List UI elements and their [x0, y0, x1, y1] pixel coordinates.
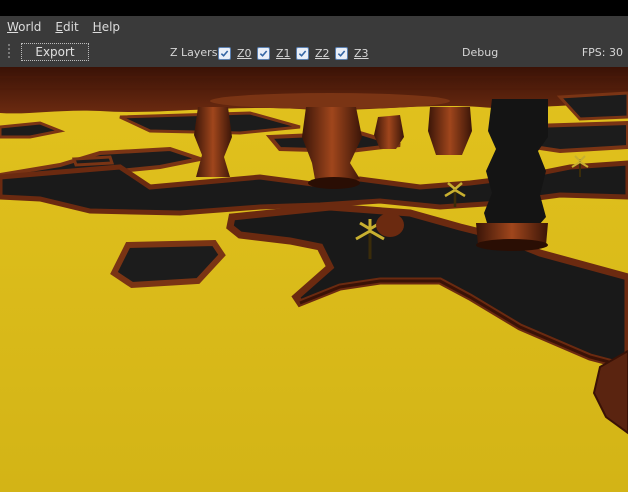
z1-label: Z1 [276, 46, 291, 60]
menu-bar: World Edit Help [0, 16, 628, 39]
checkmark-icon [257, 46, 270, 60]
menu-world[interactable]: World [0, 16, 48, 39]
z0-checkbox[interactable]: Z0 [218, 44, 252, 62]
z3-checkbox[interactable]: Z3 [335, 44, 369, 62]
checkmark-icon [335, 46, 348, 60]
z-layers-label: Z Layers: [170, 46, 222, 59]
menu-help[interactable]: Help [86, 16, 127, 39]
export-button[interactable]: Export [21, 43, 89, 61]
scene-render [0, 67, 628, 492]
toolbar-grip-handle[interactable] [6, 44, 12, 62]
menu-edit[interactable]: Edit [48, 16, 85, 39]
checkmark-icon [296, 46, 309, 60]
fps-counter: FPS: 30 [581, 46, 623, 59]
z2-label: Z2 [315, 46, 330, 60]
z3-label: Z3 [354, 46, 369, 60]
debug-menu[interactable]: Debug [462, 44, 498, 62]
3d-viewport[interactable] [0, 67, 628, 492]
toolbar: Export Z Layers: Z0 Z1 Z2 Z3 Debug FPS: … [0, 39, 628, 67]
z2-checkbox[interactable]: Z2 [296, 44, 330, 62]
pillar-left [194, 107, 232, 177]
window-title-bar [0, 0, 628, 16]
checkmark-icon [218, 46, 231, 60]
z0-label: Z0 [237, 46, 252, 60]
z1-checkbox[interactable]: Z1 [257, 44, 291, 62]
